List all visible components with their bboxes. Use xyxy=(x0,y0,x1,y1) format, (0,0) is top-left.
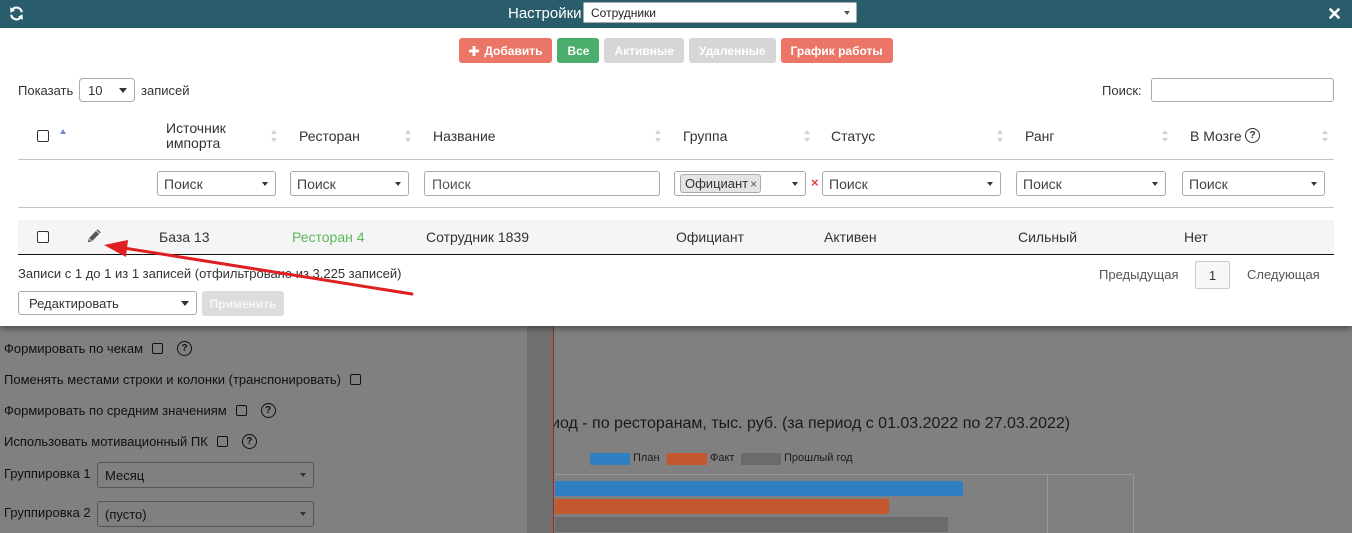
cell-in-brain: Нет xyxy=(1184,229,1208,245)
grouping-1-select[interactable]: Месяц xyxy=(97,462,314,488)
cell-status: Активен xyxy=(824,229,877,245)
sort-icon[interactable] xyxy=(655,130,662,142)
chart-gridline xyxy=(1047,474,1048,533)
filter-in-brain-select[interactable]: Поиск xyxy=(1182,171,1325,196)
pagination-next[interactable]: Следующая xyxy=(1247,267,1320,282)
column-header-rank[interactable]: Ранг xyxy=(1025,128,1055,144)
filter-deleted-button[interactable]: Удаленные xyxy=(688,38,776,63)
option-checkbox[interactable] xyxy=(235,404,247,416)
select-all-checkbox[interactable] xyxy=(37,130,49,142)
cell-restaurant-link[interactable]: Ресторан 4 xyxy=(292,229,365,245)
chart-bar-plan xyxy=(555,481,963,496)
cell-source: База 13 xyxy=(159,229,210,245)
filter-group-tag-label: Официант xyxy=(685,176,749,191)
option-label: Формировать по средним значениям xyxy=(4,402,227,418)
option-label: Использовать мотивационный ПК xyxy=(4,433,208,449)
filter-source-select[interactable]: Поиск xyxy=(157,171,276,196)
chart-title: иод - по ресторанам, тыс. руб. (за перио… xyxy=(551,415,1071,432)
filter-name-input[interactable] xyxy=(424,171,660,196)
apply-button[interactable]: Применить xyxy=(202,291,284,316)
column-header-name[interactable]: Название xyxy=(433,128,496,144)
legend-swatch-fact xyxy=(667,453,707,465)
pagination-previous[interactable]: Предыдущая xyxy=(1099,267,1179,282)
search-input[interactable] xyxy=(1151,78,1334,102)
option-motivation: Использовать мотивационный ПК xyxy=(4,432,257,450)
pencil-icon[interactable] xyxy=(86,228,102,244)
settings-modal: Настройки Сотрудники Добавить Все Активн… xyxy=(0,0,1352,326)
sort-asc-icon[interactable] xyxy=(60,129,66,134)
column-header-group[interactable]: Группа xyxy=(683,128,727,144)
filter-all-button[interactable]: Все xyxy=(557,38,600,63)
question-circle-icon[interactable] xyxy=(177,340,193,356)
option-transpose: Поменять местами строки и колонки (транс… xyxy=(4,370,361,388)
legend-swatch-last-year xyxy=(741,453,781,465)
filter-active-button[interactable]: Активные xyxy=(604,38,684,63)
sort-icon[interactable] xyxy=(1162,130,1169,142)
clear-icon[interactable] xyxy=(811,175,819,190)
question-circle-icon[interactable] xyxy=(260,402,276,418)
column-header-source[interactable]: Источник импорта xyxy=(166,121,256,151)
pagination-current-page[interactable]: 1 xyxy=(1195,261,1230,289)
bulk-action-select[interactable]: Редактировать xyxy=(18,291,197,315)
option-label: Формировать по чекам xyxy=(4,340,144,356)
filter-status-select[interactable]: Поиск xyxy=(822,171,1001,196)
toolbar: Добавить Все Активные Удаленные График р… xyxy=(0,38,1352,63)
filter-rank-select[interactable]: Поиск xyxy=(1016,171,1166,196)
sort-icon[interactable] xyxy=(804,130,811,142)
add-button-label: Добавить xyxy=(484,43,543,58)
cell-name: Сотрудник 1839 xyxy=(426,229,530,245)
option-checkbox[interactable] xyxy=(216,435,228,447)
question-circle-icon[interactable] xyxy=(1245,128,1260,143)
work-schedule-button[interactable]: График работы xyxy=(780,38,893,63)
add-button[interactable]: Добавить xyxy=(459,38,553,63)
legend-label-plan: План xyxy=(633,452,660,464)
question-circle-icon[interactable] xyxy=(241,433,257,449)
chart-bar-last-year xyxy=(555,517,948,532)
legend-label-last-year: Прошлый год xyxy=(784,452,853,464)
panel-divider xyxy=(527,326,553,533)
option-by-receipts: Формировать по чекам xyxy=(4,339,193,357)
column-header-status[interactable]: Статус xyxy=(831,128,875,144)
chart-gridline xyxy=(1133,474,1134,533)
page-length-prefix: Показать xyxy=(18,83,74,98)
option-checkbox[interactable] xyxy=(350,373,361,385)
close-icon[interactable] xyxy=(1329,8,1340,19)
grouping-2-select[interactable]: (пусто) xyxy=(97,501,314,527)
option-checkbox[interactable] xyxy=(152,342,164,354)
modal-title: Настройки xyxy=(508,5,582,22)
sort-icon[interactable] xyxy=(1322,130,1329,142)
page-length-suffix: записей xyxy=(141,83,190,98)
option-by-averages: Формировать по средним значениям xyxy=(4,401,276,419)
table-info: Записи с 1 до 1 из 1 записей (отфильтров… xyxy=(18,266,402,281)
tag-remove-icon[interactable] xyxy=(750,177,757,191)
entity-select[interactable]: Сотрудники xyxy=(583,2,857,23)
search-label: Поиск: xyxy=(1102,83,1142,98)
refresh-icon[interactable] xyxy=(9,6,24,21)
row-checkbox[interactable] xyxy=(37,231,49,243)
chart-bar-fact xyxy=(555,499,889,514)
legend-label-fact: Факт xyxy=(710,452,735,464)
cell-group: Официант xyxy=(676,229,744,245)
filter-divider xyxy=(18,207,1334,208)
sort-icon[interactable] xyxy=(405,130,412,142)
sort-icon[interactable] xyxy=(271,130,278,142)
legend-swatch-plan xyxy=(590,453,630,465)
header-divider xyxy=(18,159,1334,160)
filter-group-tag: Официант xyxy=(680,174,762,193)
option-label: Поменять местами строки и колонки (транс… xyxy=(4,371,341,387)
grouping-1-label: Группировка 1 xyxy=(4,466,91,481)
sort-icon[interactable] xyxy=(997,130,1004,142)
column-header-in-brain[interactable]: В Мозге xyxy=(1190,128,1242,144)
page-length-select[interactable]: 10 xyxy=(79,78,135,102)
grouping-2-label: Группировка 2 xyxy=(4,505,91,520)
column-header-restaurant[interactable]: Ресторан xyxy=(299,128,360,144)
plus-icon xyxy=(469,45,480,56)
filter-restaurant-select[interactable]: Поиск xyxy=(290,171,409,196)
cell-rank: Сильный xyxy=(1018,229,1078,245)
modal-titlebar: Настройки Сотрудники xyxy=(0,0,1352,28)
chart-marker-line xyxy=(553,326,554,533)
